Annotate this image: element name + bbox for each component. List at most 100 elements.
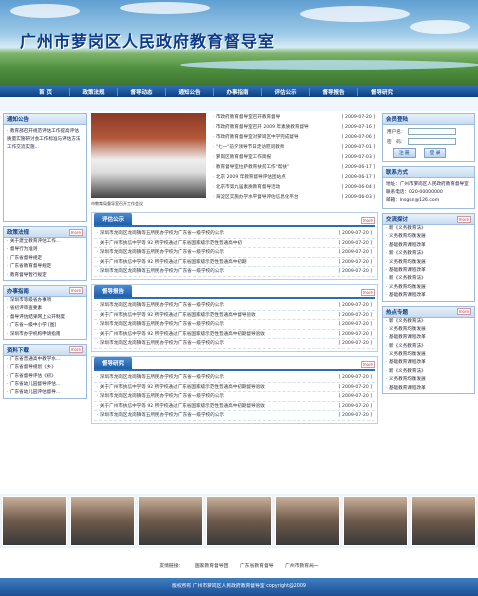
list-item[interactable]: 新《义务教育法》 [383,225,474,233]
more-link[interactable]: more [360,288,375,296]
gallery-photo[interactable] [70,496,136,546]
news-row[interactable]: 市政府教育督导室召开 2009 年素质教育督导[ 2009-07-16 ] [210,123,378,133]
list-item[interactable]: 省初评审查要素 [4,305,86,313]
list-item[interactable]: 义务教育均衡发展 [383,233,474,241]
gallery-photo[interactable] [206,496,272,546]
list-item[interactable]: 广东省幼儿园督导评估... [4,381,86,389]
table-row[interactable]: 深圳市龙岗区龙岗镇等五所民办学校为广东省一级学校的公示[ 2009-07-20 … [94,392,375,402]
news-row[interactable]: 市政府教育督导室召开教育督导[ 2009-07-20 ] [210,113,378,123]
guide-title: 办事指南 [7,288,30,295]
news-row[interactable]: 北京市第九届素质教育督导活动[ 2009-06-04 ] [210,183,378,193]
list-item[interactable]: 教育督导暂行规定 [4,272,86,280]
gallery-photo[interactable] [342,496,408,546]
list-item[interactable]: 基础教育课程改革 [383,242,474,250]
list-item[interactable]: 新《义务教育法》 [383,343,474,351]
list-item[interactable]: 广东省督导评估《初》 [4,373,86,381]
table-row[interactable]: 深圳市龙岗区龙岗镇等五所民办学校为广东省一级学校的公示[ 2009-07-20 … [94,267,375,277]
table-row[interactable]: 关于广州市执信中学等 92 所学校通过广东省国家级示范性普通高中初期[ 2009… [94,258,375,268]
list-item[interactable]: 广东省幼儿园评估督导... [4,389,86,397]
nav-home[interactable]: 首 页 [22,87,70,96]
more-link[interactable]: more [456,215,471,223]
gallery-photo[interactable] [274,496,340,546]
list-item[interactable]: 督导行为准则 [4,246,86,254]
list-item[interactable]: 深圳市等级省办事项 [4,297,86,305]
nav-notice[interactable]: 通知公告 [166,87,214,96]
news-row[interactable]: 萝岗区教育督导室工作简报[ 2009-07-03 ] [210,153,378,163]
top-news-area: 市教育局督导室召开工作会议 市政府教育督导室召开教育督导[ 2009-07-20… [91,113,378,208]
list-item[interactable]: 广东省一级中小学 [图] [4,322,86,330]
list-item[interactable]: 督导评估结果网上公开制度 [4,314,86,322]
cloud-decoration [300,6,410,22]
news-row[interactable]: 北京 2009 年教育督导评估团站点[ 2009-06-17 ] [210,173,378,183]
list-item[interactable]: 基础教育课程改革 [383,359,474,367]
list-item[interactable]: 广东省督导规划《乡》 [4,364,86,372]
list-item[interactable]: 基础教育课程改革 [383,334,474,342]
nav-research[interactable]: 督导研究 [358,88,406,96]
table-row[interactable]: 关于广州市执信中学等 92 所学校通过广东省国家级示范性普通高中初期督导验收[ … [94,402,375,412]
table-row[interactable]: 关于广州市执信中学等 92 所学校通过广东省国家级示范性普通高中初期督导验收[ … [94,330,375,340]
list-item[interactable]: 义务教育均衡发展 [383,284,474,292]
news-photo[interactable]: 市教育局督导室召开工作会议 [91,113,206,206]
list-item[interactable]: 新《义务教育法》 [383,318,474,326]
more-link[interactable]: more [360,217,375,224]
table-row[interactable]: 关于广州市执信中学等 92 所学校通过广东省国家级示范性普通高中初[ 2009-… [94,239,375,249]
list-item[interactable]: 新《义务教育法》 [383,275,474,283]
table-row[interactable]: 深圳市龙岗区龙岗镇等五所民办学校为广东省一级学校的公示[ 2009-07-20 … [94,229,375,239]
list-item[interactable]: 新《义务教育法》 [383,250,474,258]
list-item[interactable]: 广东省教育督导规定 [4,263,86,271]
nav-policy[interactable]: 政策法规 [70,87,118,96]
contact-phone: 联系电话：020-00000000 [386,190,443,195]
list-item[interactable]: 义务教育均衡发展 [383,326,474,334]
password-input[interactable] [408,138,457,145]
table-row[interactable]: 深圳市龙岗区龙岗镇等五所民办学校为广东省一级学校的公示[ 2009-07-20 … [94,373,375,383]
more-link[interactable]: more [456,308,471,316]
table-row[interactable]: 关于广州市执信中学等 92 所学校通过广东省国家级示范性普通高中初期督导验收[ … [94,383,375,393]
list-item[interactable]: 义务教育均衡发展 [383,376,474,384]
nav-report[interactable]: 督导报告 [310,87,358,96]
notice-text: · 教育部召开规范评估工作提高评估质量实施研讨会工作标准与评估方法工作交流实施.… [7,129,81,150]
table-row[interactable]: 深圳市龙岗区龙岗镇等五所民办学校为广东省一级学校的公示[ 2009-07-20 … [94,248,375,258]
friend-link[interactable]: 广州市教育局一 [285,564,319,569]
news-row[interactable]: 海淀区实施办学水平督导评估信息化平台[ 2009-06-03 ] [210,193,378,203]
contact-title: 联系方式 [386,170,409,176]
register-button[interactable]: 注 册 [393,148,416,158]
list-item[interactable]: 基础教育课程改革 [383,385,474,393]
table-row[interactable]: 深圳市龙岗区龙岗镇等五所民办学校为广东省一级学校的公示[ 2009-07-20 … [94,411,375,421]
list-item[interactable]: 义务教育均衡发展 [383,259,474,267]
list-item[interactable]: 深圳市办学机构申请指南 [4,331,86,339]
login-button[interactable]: 登 录 [423,148,447,158]
table-row[interactable]: 深圳市龙岗区龙岗镇等五所民办学校为广东省一级学校的公示[ 2009-07-20 … [94,320,375,330]
nav-guide[interactable]: 办事指南 [214,87,262,96]
news-row[interactable]: "七一"前夕领导节日走访慰问教师[ 2009-07-01 ] [210,143,378,153]
table-row[interactable]: 深圳市龙岗区龙岗镇等五所民办学校为广东省一级学校的公示[ 2009-07-20 … [94,301,375,311]
list-item[interactable]: 基础教育课程改革 [383,267,474,275]
cloud-decoration [10,4,80,18]
friend-link[interactable]: 广东省教育督导 [240,564,274,569]
nav-assessment[interactable]: 评估公示 [262,87,310,96]
list-item[interactable]: 基础教育课程改革 [383,292,474,300]
contact-box: 联系方式 地址：广州市萝岗区人民政府教育督导室 联系电话：020-0000000… [382,166,475,209]
list-item[interactable]: 义务教育均衡发展 [383,351,474,359]
table-row[interactable]: 关于广州市执信中学等 92 所学校通过广东省国家级示范性普通高中督导验收[ 20… [94,311,375,321]
more-link[interactable]: more [360,360,375,368]
section-header: 评估公示 more [94,213,375,227]
news-row[interactable]: 市政府教育督导室对萝岗区中学完成督导[ 2009-07-06 ] [210,133,378,143]
friend-link[interactable]: 国家教育督导团 [195,564,229,569]
nav-news[interactable]: 督导动态 [118,87,166,96]
more-link[interactable]: more [68,346,83,354]
gallery-photo[interactable] [2,496,68,546]
table-row[interactable]: 深圳市龙岗区龙岗镇等五所民办学校为广东省一级学校的公示[ 2009-07-20 … [94,339,375,349]
site-title: 广州市萝岗区人民政府教育督导室 [20,32,276,51]
assessment-section: 评估公示 more 深圳市龙岗区龙岗镇等五所民办学校为广东省一级学校的公示[ 20… [91,212,378,280]
notice-box: 通知公告 · 教育部召开规范评估工作提高评估质量实施研讨会工作标准与评估方法工作… [3,113,87,222]
gallery-photo[interactable] [410,496,476,546]
gallery-photo[interactable] [138,496,204,546]
more-link[interactable]: more [68,228,83,236]
more-link[interactable]: more [68,287,83,295]
list-item[interactable]: 广东省督导规定 [4,255,86,263]
list-item[interactable]: 新《义务教育法》 [383,368,474,376]
username-input[interactable] [408,128,457,135]
list-item[interactable]: 关于建立教育评估工作... [4,238,86,246]
list-item[interactable]: 广东省普通高中教学水... [4,356,86,364]
news-row[interactable]: 教育督导室拉萨教育扶贫工作"帮扶"[ 2009-06-17 ] [210,163,378,173]
